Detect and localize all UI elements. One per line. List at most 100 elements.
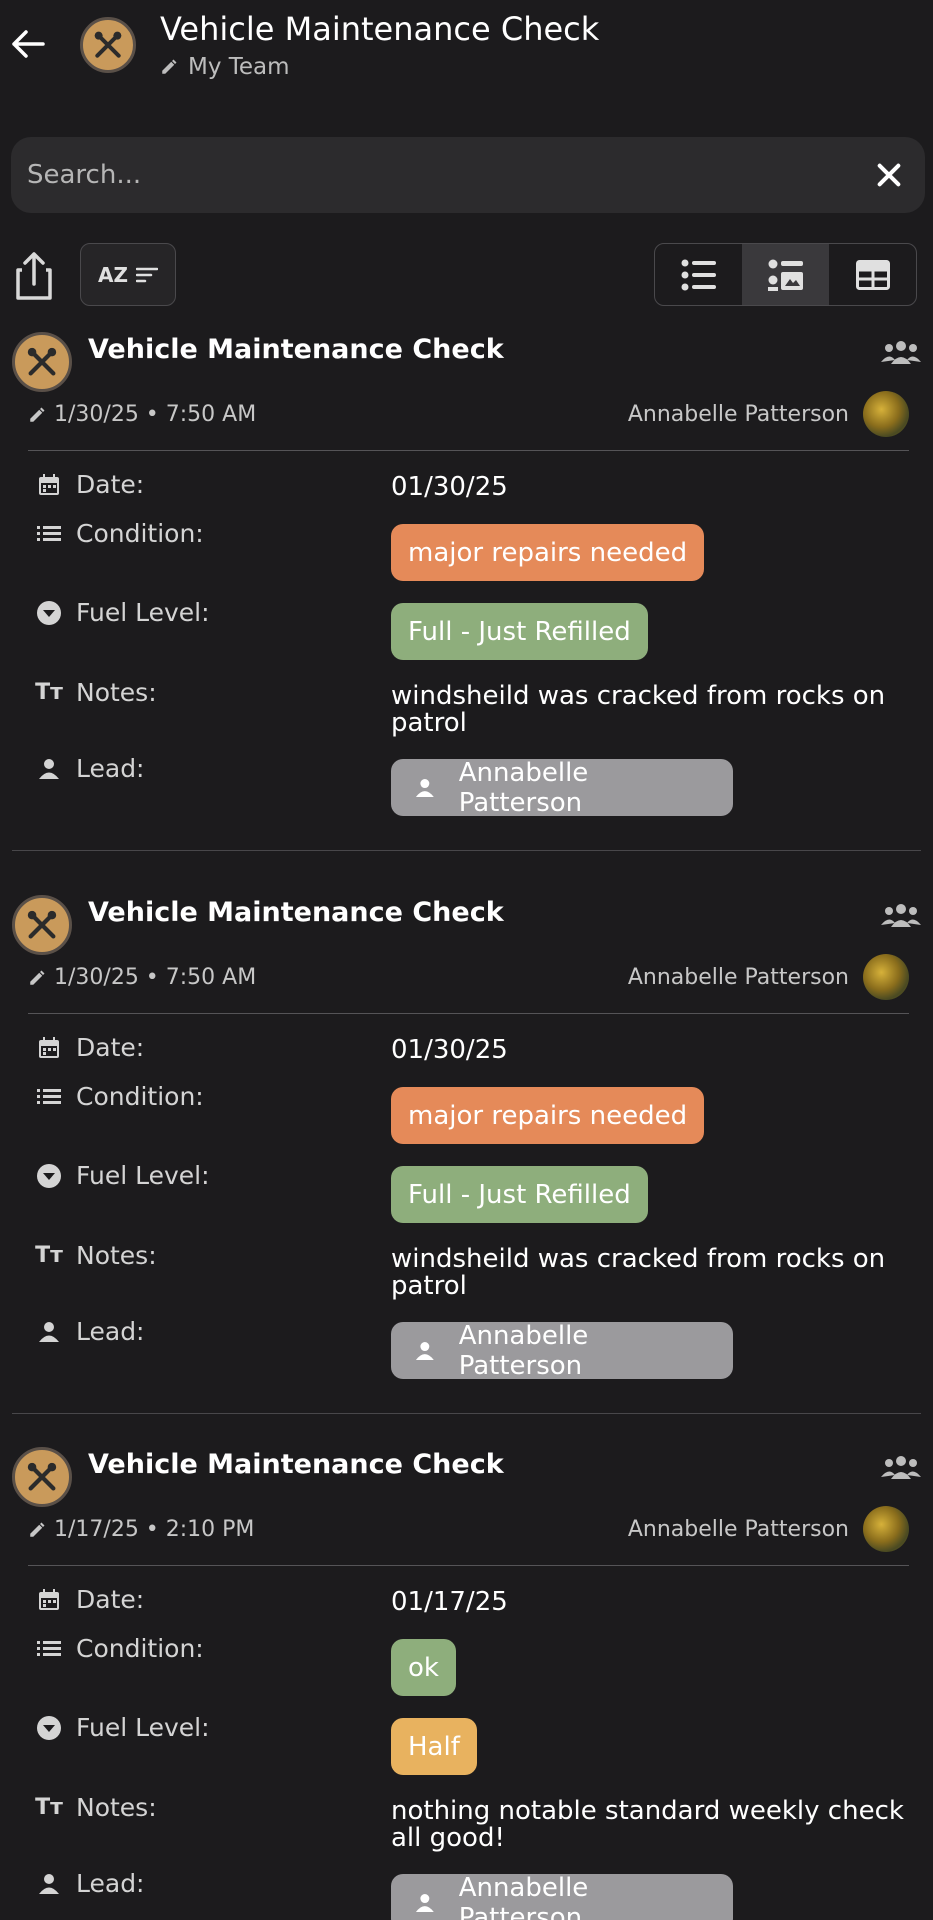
date-label: Date:: [76, 1585, 145, 1614]
condition-label-row: Condition:: [36, 1634, 204, 1663]
view-mode-toggle: [654, 243, 917, 306]
person-icon: [39, 1873, 59, 1894]
fuel-label-row: Fuel Level:: [36, 598, 210, 627]
notes-value: windsheild was cracked from rocks on pat…: [391, 1244, 886, 1301]
record-timestamp: 1/30/25 • 7:50 AM: [54, 402, 257, 427]
condition-chip: ok: [391, 1639, 456, 1696]
card-list-icon: [767, 259, 803, 291]
search-bar: [11, 137, 925, 213]
record-timestamp: 1/17/25 • 2:10 PM: [54, 1517, 255, 1542]
notes-label-row: Tт Notes:: [35, 1793, 157, 1822]
date-value: 01/30/25: [391, 1035, 508, 1065]
fuel-chip: Half: [391, 1718, 477, 1775]
record-icon: [12, 1447, 72, 1507]
record-author: Annabelle Patterson: [627, 1517, 849, 1542]
text-format-icon: Tт: [35, 1243, 63, 1268]
lead-chip[interactable]: Annabelle Patterson: [391, 757, 733, 818]
notes-label-row: Tт Notes:: [35, 1241, 157, 1270]
date-label: Date:: [76, 470, 145, 499]
divider: [28, 1565, 909, 1566]
date-value: 01/17/25: [391, 1587, 508, 1617]
record-author: Annabelle Patterson: [627, 965, 849, 990]
team-icon: [881, 341, 921, 364]
record-meta: 1/17/25 • 2:10 PM: [28, 1517, 254, 1542]
record-title: Vehicle Maintenance Check: [88, 1449, 504, 1480]
record-timestamp: 1/30/25 • 7:50 AM: [54, 965, 257, 990]
app-header: Vehicle Maintenance Check My Team: [0, 0, 933, 110]
record-title: Vehicle Maintenance Check: [88, 334, 504, 365]
record-card[interactable]: Vehicle Maintenance Check 1/30/25 • 7:50…: [0, 332, 933, 852]
record-card[interactable]: Vehicle Maintenance Check 1/30/25 • 7:50…: [0, 895, 933, 1415]
list-icon: [37, 1640, 61, 1656]
list-icon: [681, 259, 716, 290]
avatar: [863, 1506, 909, 1552]
fuel-chip: Full - Just Refilled: [391, 603, 648, 660]
dropdown-circle-icon: [37, 1163, 61, 1188]
record-card[interactable]: Vehicle Maintenance Check 1/17/25 • 2:10…: [0, 1447, 933, 1920]
arrow-left-icon: [12, 30, 45, 58]
team-name: My Team: [188, 54, 290, 80]
notes-label: Notes:: [76, 1241, 157, 1270]
pencil-icon: [162, 59, 177, 74]
notes-label: Notes:: [76, 678, 157, 707]
page-title: Vehicle Maintenance Check: [160, 10, 600, 48]
list-icon: [37, 525, 61, 541]
lead-label-row: Lead:: [36, 754, 144, 783]
fuel-chip: Full - Just Refilled: [391, 1166, 648, 1223]
sort-button[interactable]: AZ: [80, 243, 176, 306]
lead-chip[interactable]: Annabelle Patterson: [391, 1872, 733, 1920]
calendar-icon: [39, 473, 59, 495]
avatar: [863, 954, 909, 1000]
tools-icon: [27, 910, 57, 939]
lead-chip[interactable]: Annabelle Patterson: [391, 1320, 733, 1381]
notes-value: windsheild was cracked from rocks on pat…: [391, 681, 886, 738]
table-icon: [855, 259, 890, 290]
record-meta: 1/30/25 • 7:50 AM: [28, 965, 256, 990]
fuel-label-row: Fuel Level:: [36, 1161, 210, 1190]
team-subtitle[interactable]: My Team: [160, 54, 290, 80]
person-icon: [415, 1893, 434, 1912]
lead-name: Annabelle Patterson: [458, 1320, 589, 1381]
condition-chip: major repairs needed: [391, 1087, 705, 1144]
lead-label: Lead:: [76, 1317, 145, 1346]
date-label-row: Date:: [36, 1033, 144, 1062]
record-meta: 1/30/25 • 7:50 AM: [28, 402, 256, 427]
back-button[interactable]: [8, 20, 48, 68]
date-label-row: Date:: [36, 1585, 144, 1614]
condition-chip: major repairs needed: [391, 524, 705, 581]
dropdown-circle-icon: [37, 1715, 61, 1740]
app-icon: [80, 17, 136, 73]
search-input[interactable]: [27, 137, 847, 213]
table-view-button[interactable]: [829, 244, 916, 305]
lead-label: Lead:: [76, 1869, 145, 1898]
condition-label-row: Condition:: [36, 519, 204, 548]
condition-label: Condition:: [76, 1634, 204, 1663]
record-separator: [12, 850, 921, 851]
lead-name: Annabelle Patterson: [458, 757, 589, 818]
record-icon: [12, 332, 72, 392]
notes-label: Notes:: [76, 1793, 157, 1822]
lead-name: Annabelle Patterson: [458, 1872, 589, 1920]
share-button[interactable]: [14, 250, 54, 302]
fuel-label: Fuel Level:: [76, 598, 210, 627]
card-view-button[interactable]: [742, 244, 829, 305]
record-author: Annabelle Patterson: [627, 402, 849, 427]
lead-label-row: Lead:: [36, 1869, 144, 1898]
lead-label-row: Lead:: [36, 1317, 144, 1346]
record-icon: [12, 895, 72, 955]
close-icon[interactable]: [873, 159, 905, 191]
avatar: [863, 391, 909, 437]
calendar-icon: [39, 1588, 59, 1610]
person-icon: [415, 778, 434, 797]
record-separator: [12, 1413, 921, 1414]
dropdown-circle-icon: [37, 600, 61, 625]
pencil-icon: [30, 407, 45, 422]
tools-icon: [94, 31, 122, 58]
condition-label-row: Condition:: [36, 1082, 204, 1111]
divider: [28, 1013, 909, 1014]
list-view-button[interactable]: [655, 244, 742, 305]
fuel-label: Fuel Level:: [76, 1161, 210, 1190]
pencil-icon: [30, 1522, 45, 1537]
condition-label: Condition:: [76, 1082, 204, 1111]
team-icon: [881, 904, 921, 927]
